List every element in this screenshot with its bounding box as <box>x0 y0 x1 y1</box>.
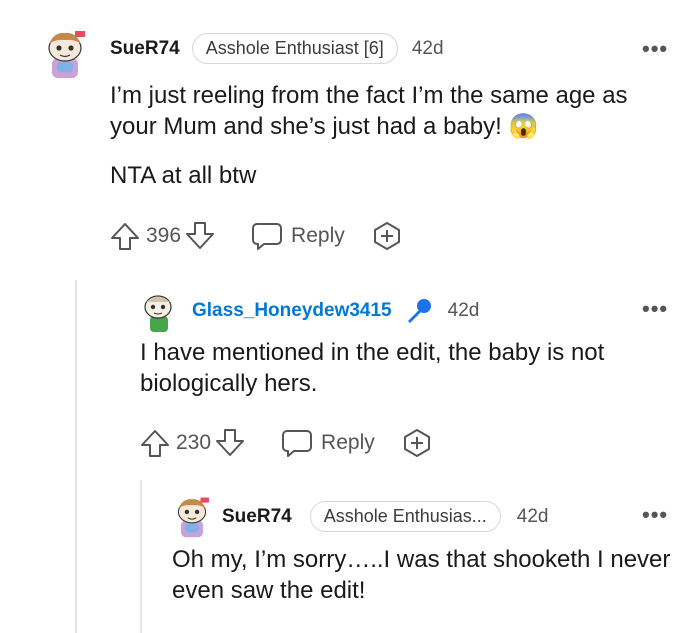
comment-text: NTA at all btw <box>110 162 257 189</box>
downvote-icon[interactable] <box>185 221 215 251</box>
reply-label: Reply <box>321 431 375 454</box>
vote-count: 230 <box>176 431 212 454</box>
timestamp: 42d <box>447 300 480 321</box>
timestamp: 42d <box>411 37 444 59</box>
avatar[interactable] <box>42 28 88 80</box>
award-icon[interactable] <box>371 220 403 252</box>
downvote-icon[interactable] <box>215 428 245 458</box>
more-options-icon[interactable]: ••• <box>642 298 668 320</box>
reply-icon <box>251 221 283 251</box>
upvote-icon[interactable] <box>110 221 140 251</box>
reply-button[interactable]: Reply <box>281 428 375 458</box>
microphone-icon <box>404 296 434 326</box>
user-flair: Asshole Enthusias... <box>309 501 501 532</box>
user-flair: Asshole Enthusiast [6] <box>191 33 398 64</box>
username[interactable]: SueR74 <box>222 506 292 528</box>
comment-text: I have mentioned in the edit, the baby i… <box>140 339 605 397</box>
award-icon[interactable] <box>401 427 433 459</box>
avatar[interactable] <box>138 290 178 334</box>
thread-line-2 <box>140 480 142 633</box>
comment-text: Oh my, I’m sorry…..I was that shooketh I… <box>172 546 671 604</box>
more-options-icon[interactable]: ••• <box>642 504 668 526</box>
reply-button[interactable]: Reply <box>251 221 345 251</box>
timestamp: 42d <box>516 505 549 527</box>
username[interactable]: Glass_Honeydew3415 <box>192 300 392 322</box>
thread-line-1 <box>75 280 77 633</box>
upvote-icon[interactable] <box>140 428 170 458</box>
more-options-icon[interactable]: ••• <box>642 38 668 60</box>
reply-icon <box>281 428 313 458</box>
username[interactable]: SueR74 <box>110 38 180 60</box>
comment-text: I’m just reeling from the fact I’m the s… <box>110 82 628 140</box>
vote-count: 396 <box>146 224 182 247</box>
avatar[interactable] <box>172 495 212 539</box>
reply-label: Reply <box>291 224 345 247</box>
